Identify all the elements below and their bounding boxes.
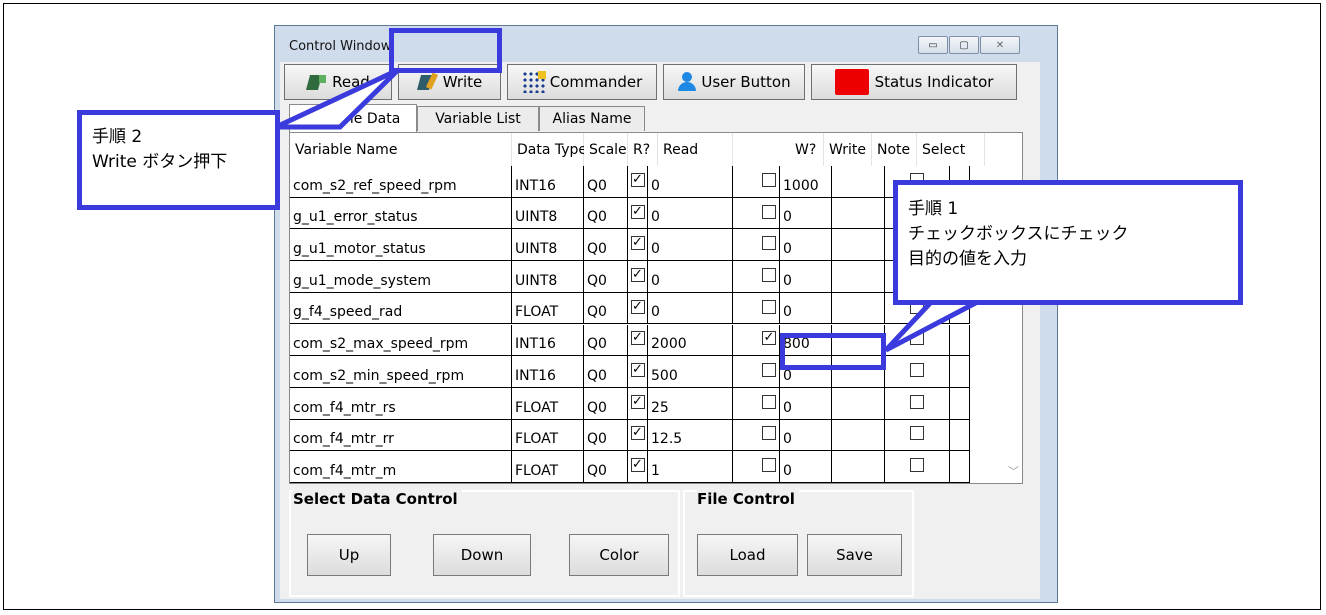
step1-line2: チェックボックスにチェック — [908, 224, 1129, 244]
step1-callout-tail — [884, 295, 987, 353]
step2-line1: 手順 2 — [92, 127, 143, 147]
step1-line1: 手順 1 — [908, 199, 959, 219]
callout-tails — [274, 67, 987, 353]
step2-line2: Write ボタン押下 — [92, 152, 228, 172]
step1-callout: 手順 1 チェックボックスにチェック 目的の値を入力 — [893, 180, 1243, 305]
step2-callout-tail — [274, 67, 400, 130]
step2-callout: 手順 2 Write ボタン押下 — [77, 110, 280, 210]
step1-line3: 目的の値を入力 — [908, 249, 1027, 269]
